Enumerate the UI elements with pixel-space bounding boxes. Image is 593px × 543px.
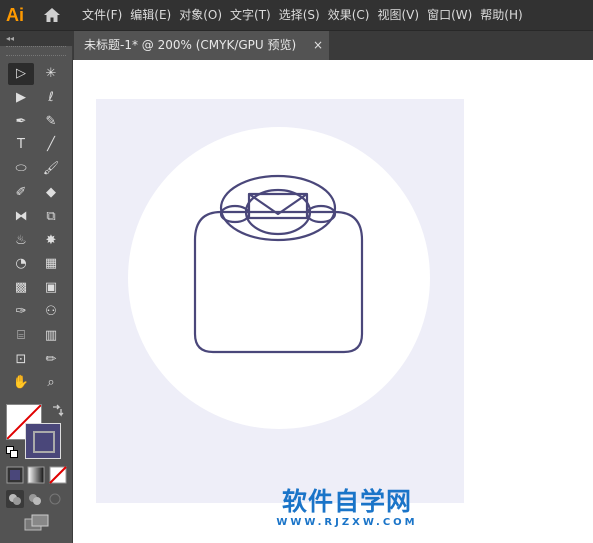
draw-mode-buttons bbox=[6, 490, 61, 508]
mesh-tool-icon[interactable]: ▩ bbox=[8, 277, 34, 299]
menu-window[interactable]: 窗口(W) bbox=[427, 0, 472, 30]
magic-wand-tool-icon[interactable]: ✳ bbox=[38, 63, 64, 85]
none-mode-icon[interactable] bbox=[49, 466, 67, 484]
line-tool-icon[interactable]: ╱ bbox=[38, 134, 64, 156]
shaper-tool-icon[interactable]: ✐ bbox=[8, 182, 34, 204]
close-tab-icon[interactable]: × bbox=[313, 31, 323, 60]
toolbar-grip[interactable] bbox=[6, 46, 66, 56]
watermark-url: WWW.RJZXW.COM bbox=[276, 517, 418, 528]
selection-tool-icon[interactable]: ▷ bbox=[8, 63, 34, 85]
watermark-main: 软件自学网 bbox=[281, 487, 412, 516]
perspective-grid-tool-icon[interactable]: ▦ bbox=[38, 253, 64, 275]
menu-effect[interactable]: 效果(C) bbox=[328, 0, 370, 30]
hand-tool-icon[interactable]: ✋ bbox=[8, 372, 34, 394]
draw-inside-icon[interactable] bbox=[49, 493, 61, 505]
menu-object[interactable]: 对象(O) bbox=[179, 0, 222, 30]
blend-tool-icon[interactable]: ⚇ bbox=[38, 301, 64, 323]
puppet-warp-tool-icon[interactable]: ✸ bbox=[38, 230, 64, 252]
swap-colors-icon[interactable] bbox=[50, 404, 64, 418]
color-mode-buttons bbox=[6, 466, 67, 484]
app-logo: Ai bbox=[6, 5, 24, 25]
scale-tool-icon[interactable]: ⧉ bbox=[38, 206, 64, 228]
curvature-tool-icon[interactable]: ✎ bbox=[38, 111, 64, 133]
menu-bar: Ai 文件(F) 编辑(E) 对象(O) 文字(T) 选择(S) 效果(C) 视… bbox=[0, 0, 593, 31]
default-colors-icon[interactable] bbox=[6, 446, 18, 458]
menu-select[interactable]: 选择(S) bbox=[279, 0, 320, 30]
watermark: 软件自学网 WWW.RJZXW.COM bbox=[272, 487, 422, 529]
draw-behind-icon[interactable] bbox=[29, 494, 41, 505]
document-canvas[interactable] bbox=[73, 60, 593, 543]
pen-tool-icon[interactable]: ✒ bbox=[8, 111, 34, 133]
artwork bbox=[128, 127, 430, 429]
menu-type[interactable]: 文字(T) bbox=[230, 0, 271, 30]
reflect-tool-icon[interactable]: ⧓ bbox=[8, 206, 34, 228]
gradient-tool-icon[interactable]: ▣ bbox=[38, 277, 64, 299]
eyedropper-tool-icon[interactable]: ✑ bbox=[8, 301, 34, 323]
ellipse-tool-icon[interactable]: ⬭ bbox=[8, 158, 34, 180]
direct-selection-tool-icon[interactable]: ▶ bbox=[8, 87, 34, 109]
screen-mode-icon[interactable] bbox=[24, 514, 50, 532]
background-circle[interactable] bbox=[128, 127, 430, 429]
menu-view[interactable]: 视图(V) bbox=[377, 0, 419, 30]
paintbrush-tool-icon[interactable]: 🖌 bbox=[38, 158, 64, 180]
draw-normal-icon[interactable] bbox=[6, 490, 24, 508]
slice-tool-icon[interactable]: ✏ bbox=[38, 349, 64, 371]
eraser-tool-icon[interactable]: ◆ bbox=[38, 182, 64, 204]
warp-tool-icon[interactable]: ♨ bbox=[8, 230, 34, 252]
stroke-swatch-inner bbox=[33, 431, 55, 453]
artboard-tool-icon[interactable]: ⊡ bbox=[8, 349, 34, 371]
main-menu: 文件(F) 编辑(E) 对象(O) 文字(T) 选择(S) 效果(C) 视图(V… bbox=[82, 0, 531, 30]
column-graph-tool-icon[interactable]: ▥ bbox=[38, 325, 64, 347]
document-tab[interactable]: 未标题-1* @ 200% (CMYK/GPU 预览) × bbox=[74, 31, 329, 60]
collapse-panel-icon[interactable]: ◂◂ bbox=[6, 34, 14, 43]
symbol-sprayer-tool-icon[interactable]: ⌸ bbox=[8, 325, 34, 347]
color-mode-icon[interactable] bbox=[6, 466, 24, 484]
lasso-tool-icon[interactable]: ℓ bbox=[38, 87, 64, 109]
home-icon[interactable] bbox=[42, 6, 62, 24]
type-tool-icon[interactable]: T bbox=[8, 134, 34, 156]
shape-builder-tool-icon[interactable]: ◔ bbox=[8, 253, 34, 275]
document-tab-title: 未标题-1* @ 200% (CMYK/GPU 预览) bbox=[84, 38, 297, 52]
menu-edit[interactable]: 编辑(E) bbox=[130, 0, 171, 30]
stroke-swatch[interactable] bbox=[25, 423, 61, 459]
zoom-tool-icon[interactable]: ⌕ bbox=[38, 372, 64, 394]
gradient-mode-icon[interactable] bbox=[27, 466, 45, 484]
menu-file[interactable]: 文件(F) bbox=[82, 0, 122, 30]
menu-help[interactable]: 帮助(H) bbox=[480, 0, 522, 30]
